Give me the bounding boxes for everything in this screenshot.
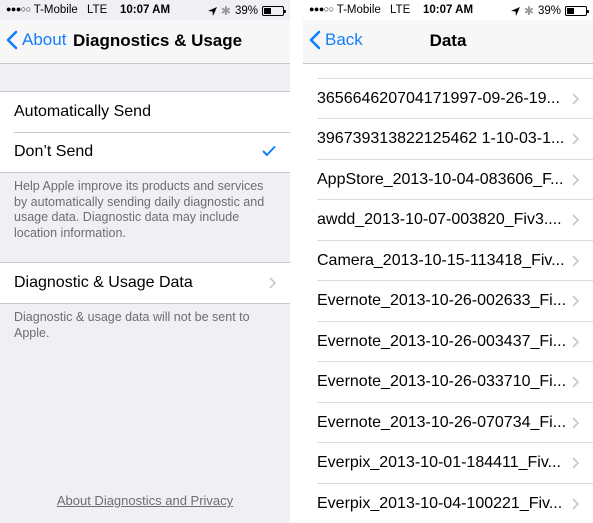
send-options-group: Automatically Send Don’t Send xyxy=(0,91,290,173)
battery-percent: 39% xyxy=(234,5,258,17)
chevron-right-icon xyxy=(572,214,579,226)
battery-icon xyxy=(262,6,286,16)
diagnostic-data-group: Diagnostic & Usage Data xyxy=(0,262,290,304)
chevron-right-icon xyxy=(572,133,579,145)
navigation-bar: Back Data xyxy=(303,20,593,64)
diagnostic-file-list: 365661652804171663-10-05-1...36566462070… xyxy=(303,38,593,523)
bluetooth-icon: ✱ xyxy=(220,4,231,18)
battery-icon xyxy=(565,6,589,16)
file-list-item[interactable]: Evernote_2013-10-26-002633_Fi... xyxy=(303,281,593,322)
chevron-right-icon xyxy=(572,173,579,186)
back-button-label: About xyxy=(22,30,67,49)
chevron-right-icon xyxy=(572,376,579,388)
file-list-item[interactable]: Evernote_2013-10-26-033710_Fi... xyxy=(303,362,593,403)
chevron-right-icon xyxy=(572,416,579,429)
file-list-item[interactable]: Everpix_2013-10-04-100221_Fiv... xyxy=(303,484,593,523)
file-name: Everpix_2013-10-01-184411_Fiv... xyxy=(317,454,561,471)
file-list-item[interactable]: awdd_2013-10-07-003820_Fiv3.... xyxy=(303,200,593,241)
file-name: Evernote_2013-10-26-033710_Fi... xyxy=(317,373,567,390)
option-dont-send[interactable]: Don’t Send xyxy=(0,132,290,172)
file-list-item[interactable]: 396739313822125462 1-10-03-1... xyxy=(303,119,593,160)
battery-percent: 39% xyxy=(537,5,561,17)
option-label: Automatically Send xyxy=(14,103,151,120)
file-list-item[interactable]: Everpix_2013-10-01-184411_Fiv... xyxy=(303,443,593,484)
file-name: Everpix_2013-10-04-100221_Fiv... xyxy=(317,494,563,512)
data-list-screen: ●●●○○ T-Mobile LTE 10:07 AM ✱ 39% Back D… xyxy=(303,0,593,523)
chevron-right-icon xyxy=(572,457,579,469)
chevron-right-icon xyxy=(572,497,579,510)
file-name: AppStore_2013-10-04-083606_F... xyxy=(317,170,564,188)
status-bar: ●●●○○ T-Mobile LTE 10:07 AM ✱ 39% xyxy=(303,0,593,20)
file-name: Camera_2013-10-15-113418_Fiv... xyxy=(317,251,565,269)
file-name: awdd_2013-10-07-003820_Fiv3.... xyxy=(317,211,562,228)
location-arrow-icon xyxy=(510,6,520,16)
option-label: Don’t Send xyxy=(14,143,94,160)
chevron-right-icon xyxy=(572,92,579,105)
file-name: 396739313822125462 1-10-03-1... xyxy=(317,130,565,147)
file-list-item[interactable]: Evernote_2013-10-26-070734_Fi... xyxy=(303,403,593,444)
status-bar: ●●●○○ T-Mobile LTE 10:07 AM ✱ 39% xyxy=(0,0,290,20)
diagnostics-usage-screen: ●●●○○ T-Mobile LTE 10:07 AM ✱ 39% About … xyxy=(0,0,290,523)
file-list-item[interactable]: Camera_2013-10-15-113418_Fiv... xyxy=(303,241,593,282)
cell-label: Diagnostic & Usage Data xyxy=(14,274,193,291)
about-diagnostics-privacy-link[interactable]: About Diagnostics and Privacy xyxy=(0,493,290,508)
chevron-right-icon xyxy=(572,295,579,307)
navigation-bar: About Diagnostics & Usage xyxy=(0,20,290,64)
file-name: Evernote_2013-10-26-003437_Fi... xyxy=(317,332,567,350)
bluetooth-icon: ✱ xyxy=(523,4,534,18)
page-title: Diagnostics & Usage xyxy=(73,31,243,50)
file-name: Evernote_2013-10-26-070734_Fi... xyxy=(317,413,567,431)
file-list-item[interactable]: AppStore_2013-10-04-083606_F... xyxy=(303,160,593,201)
send-footer-text: Help Apple improve its products and serv… xyxy=(14,179,265,240)
chevron-right-icon xyxy=(572,335,579,348)
chevron-right-icon xyxy=(269,277,276,289)
option-automatically-send[interactable]: Automatically Send xyxy=(0,92,290,132)
file-list-item[interactable]: 365664620704171997-09-26-19... xyxy=(303,79,593,120)
checkmark-icon xyxy=(262,146,276,156)
file-name: Evernote_2013-10-26-002633_Fi... xyxy=(317,292,567,309)
back-button[interactable]: About xyxy=(6,30,66,50)
location-arrow-icon xyxy=(207,6,217,16)
page-title: Data xyxy=(429,31,467,50)
data-footer-text: Diagnostic & usage data will not be sent… xyxy=(14,310,250,340)
chevron-right-icon xyxy=(572,254,579,267)
file-name: 365664620704171997-09-26-19... xyxy=(317,89,560,107)
chevron-left-icon xyxy=(6,30,18,50)
file-list-item[interactable]: Evernote_2013-10-26-003437_Fi... xyxy=(303,322,593,363)
diagnostic-usage-data-cell[interactable]: Diagnostic & Usage Data xyxy=(0,263,290,303)
